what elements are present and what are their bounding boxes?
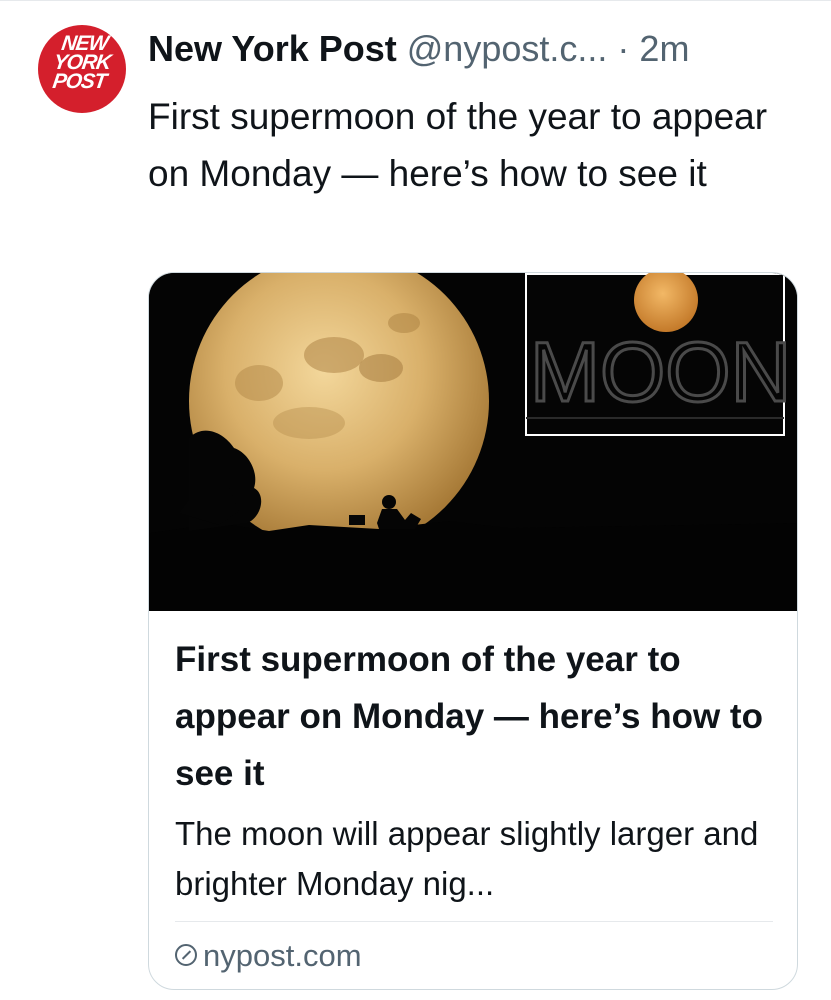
tweet[interactable]: NEW YORK POST New York Post @nypost.c...…: [0, 0, 831, 1000]
link-card[interactable]: MOON First supermoon of the year to appe…: [148, 272, 798, 990]
card-image[interactable]: MOON: [149, 273, 797, 611]
card-description: The moon will appear slightly larger and…: [175, 815, 759, 902]
link-icon: [175, 943, 197, 966]
timestamp[interactable]: 2m: [639, 28, 689, 69]
card-title[interactable]: First supermoon of the year to appear on…: [175, 631, 775, 802]
display-name[interactable]: New York Post: [148, 28, 397, 69]
user-handle[interactable]: @nypost.c...: [407, 28, 608, 69]
avatar-logo-line-3: POST: [51, 70, 108, 93]
tweet-text: First supermoon of the year to appear on…: [148, 96, 768, 194]
supermoon-photo: MOON: [149, 273, 797, 611]
card-divider: [175, 921, 773, 922]
avatar-logo: NEW YORK POST: [38, 32, 126, 93]
card-domain-text: nypost.com: [203, 938, 362, 973]
tweet-header: New York Post @nypost.c... · 2m: [148, 24, 818, 74]
moon-sign-text: MOON: [530, 325, 791, 419]
card-domain[interactable]: nypost.com: [175, 934, 362, 978]
avatar[interactable]: NEW YORK POST: [38, 25, 126, 113]
separator-dot: ·: [617, 28, 630, 69]
